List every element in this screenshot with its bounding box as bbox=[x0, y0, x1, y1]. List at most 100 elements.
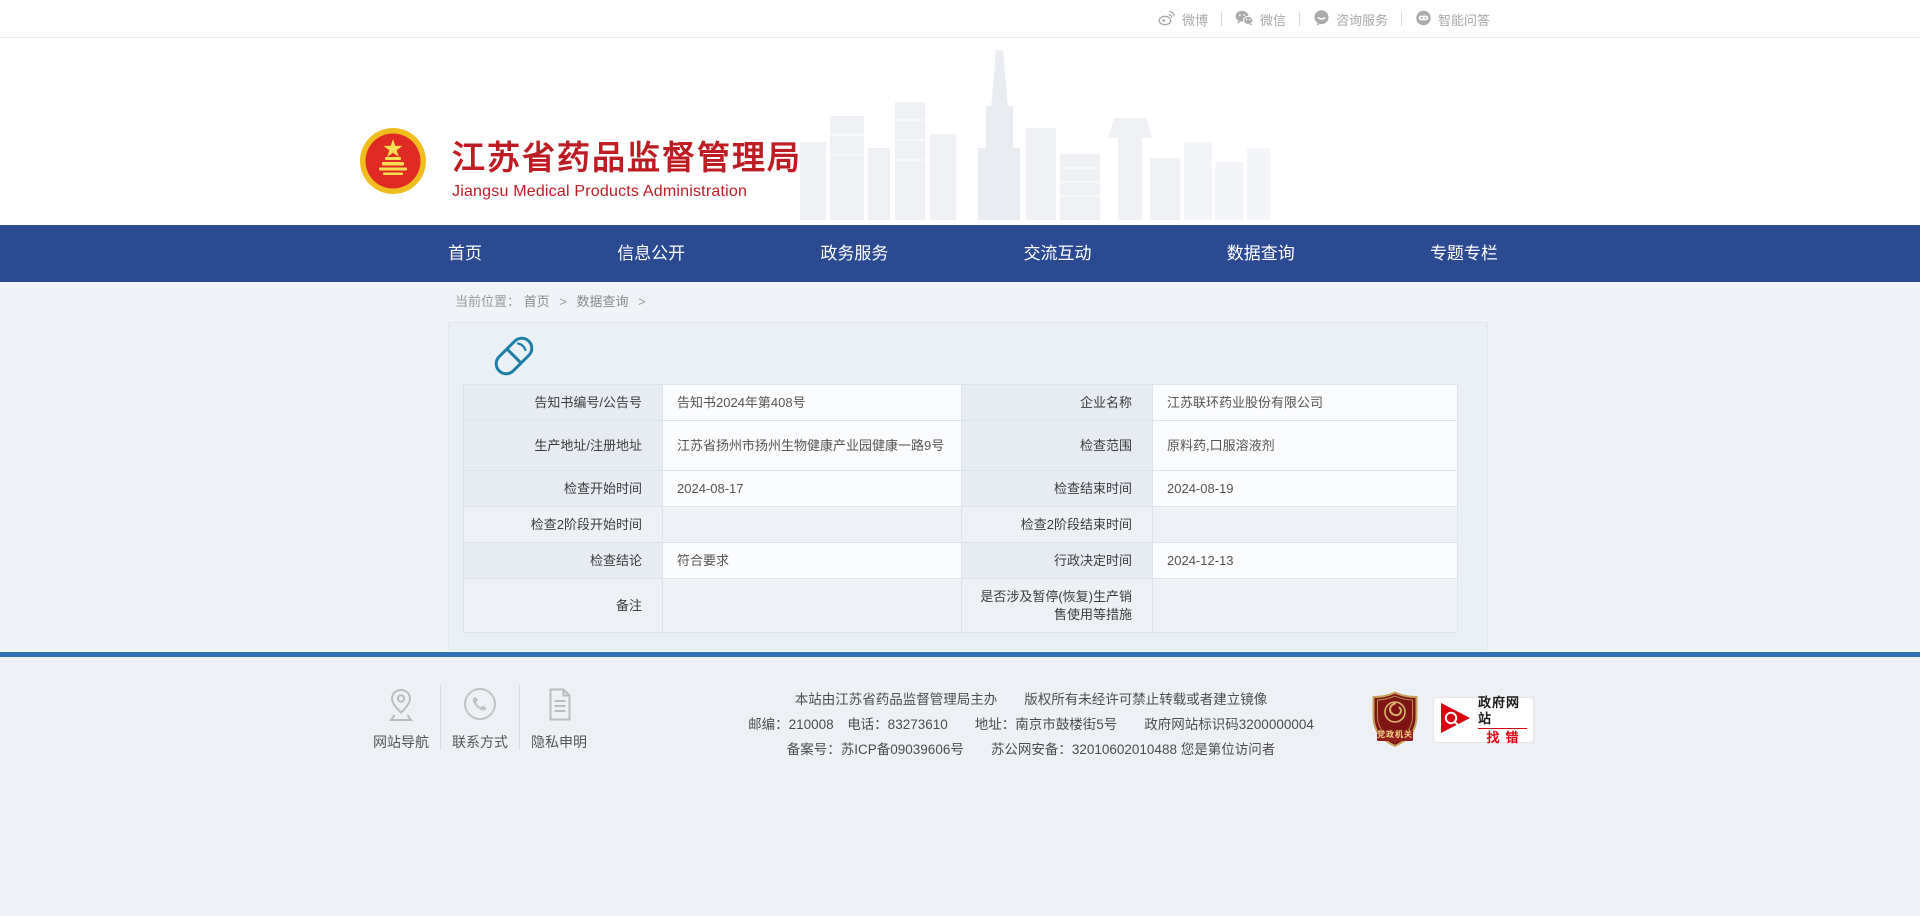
privacy-label: 隐私申明 bbox=[531, 732, 587, 752]
conclusion-value: 符合要求 bbox=[663, 543, 962, 579]
suspension-measures-label: 是否涉及暂停(恢复)生产销售使用等措施 bbox=[962, 579, 1153, 633]
table-row: 生产地址/注册地址 江苏省扬州市扬州生物健康产业园健康一路9号 检查范围 原料药… bbox=[464, 421, 1458, 471]
consult-service-label: 咨询服务 bbox=[1336, 10, 1388, 29]
footer-info-text: 本站由江苏省药品监督管理局主办 版权所有未经许可禁止转载或者建立镜像 邮编：21… bbox=[728, 687, 1334, 762]
site-map-label: 网站导航 bbox=[373, 732, 429, 752]
footer-quick-links: 网站导航 联系方式 bbox=[362, 683, 598, 752]
error-report-badge-text: 政府网站 找错 bbox=[1478, 695, 1527, 746]
site-header: 江苏省药品监督管理局 Jiangsu Medical Products Admi… bbox=[0, 39, 1920, 225]
footer-badges: 党政机关 政府网站 找错 bbox=[1370, 691, 1534, 749]
inspection-scope-value: 原料药,口服溶液剂 bbox=[1153, 421, 1458, 471]
footer: 网站导航 联系方式 bbox=[0, 657, 1920, 916]
breadcrumb-data-query-link[interactable]: 数据查询 bbox=[577, 294, 629, 309]
table-row: 检查2阶段开始时间 检查2阶段结束时间 bbox=[464, 507, 1458, 543]
breadcrumb-separator: > bbox=[559, 294, 567, 309]
table-row: 检查结论 符合要求 行政决定时间 2024-12-13 bbox=[464, 543, 1458, 579]
footer-address: 地址：南京市鼓楼街5号 bbox=[975, 717, 1118, 732]
inspection-record-card: 告知书编号/公告号 告知书2024年第408号 企业名称 江苏联环药业股份有限公… bbox=[448, 322, 1488, 650]
footer-host-text: 本站由江苏省药品监督管理局主办 bbox=[795, 692, 998, 707]
pill-icon bbox=[491, 333, 539, 381]
gov-site-error-report-badge[interactable]: 政府网站 找错 bbox=[1433, 697, 1534, 743]
footer-phone: 电话：83273610 bbox=[847, 717, 948, 732]
suspension-measures-value bbox=[1153, 579, 1458, 633]
privacy-link[interactable]: 隐私申明 bbox=[520, 683, 598, 752]
address-label: 生产地址/注册地址 bbox=[464, 421, 663, 471]
footer-postcode: 邮编：210008 bbox=[748, 717, 834, 732]
main-nav-items: 首页 信息公开 政务服务 交流互动 数据查询 专题专栏 bbox=[440, 225, 1506, 282]
table-row: 检查开始时间 2024-08-17 检查结束时间 2024-08-19 bbox=[464, 471, 1458, 507]
consult-service-link[interactable]: 咨询服务 bbox=[1300, 10, 1401, 29]
footer-security-number: 苏公网安备：32010602010488 您是第位访问者 bbox=[991, 742, 1275, 757]
page: 微博 微信 bbox=[0, 0, 1920, 916]
content-area: 当前位置： 首页 > 数据查询 > 告知书编号/公告号 bbox=[0, 282, 1920, 652]
phone-icon bbox=[461, 683, 499, 723]
nav-item-interaction[interactable]: 交流互动 bbox=[1016, 225, 1100, 282]
site-map-link[interactable]: 网站导航 bbox=[362, 683, 440, 752]
main-nav: 首页 信息公开 政务服务 交流互动 数据查询 专题专栏 bbox=[0, 225, 1920, 282]
footer-line-3: 备案号：苏ICP备09039606号 苏公网安备：32010602010488 … bbox=[728, 737, 1334, 762]
weibo-icon bbox=[1158, 10, 1176, 29]
national-emblem-logo bbox=[359, 127, 427, 195]
conclusion-label: 检查结论 bbox=[464, 543, 663, 579]
nav-item-special-topics[interactable]: 专题专栏 bbox=[1422, 225, 1506, 282]
notice-number-value: 告知书2024年第408号 bbox=[663, 385, 962, 421]
inspection-record-table: 告知书编号/公告号 告知书2024年第408号 企业名称 江苏联环药业股份有限公… bbox=[463, 384, 1458, 633]
contact-label: 联系方式 bbox=[452, 732, 508, 752]
footer-line-1: 本站由江苏省药品监督管理局主办 版权所有未经许可禁止转载或者建立镜像 bbox=[728, 687, 1334, 712]
breadcrumb-home-link[interactable]: 首页 bbox=[524, 294, 550, 309]
footer-copyright-text: 版权所有未经许可禁止转载或者建立镜像 bbox=[1024, 692, 1267, 707]
decision-date-label: 行政决定时间 bbox=[962, 543, 1153, 579]
consult-icon bbox=[1313, 10, 1330, 29]
inspection-scope-label: 检查范围 bbox=[962, 421, 1153, 471]
inspection-end-value: 2024-08-19 bbox=[1153, 471, 1458, 507]
gov-site-badge-bottom-label: 找错 bbox=[1478, 728, 1527, 746]
address-value: 江苏省扬州市扬州生物健康产业园健康一路9号 bbox=[663, 421, 962, 471]
smart-qa-link[interactable]: 智能问答 bbox=[1402, 10, 1503, 29]
qa-robot-icon bbox=[1415, 10, 1432, 29]
wechat-icon bbox=[1235, 10, 1254, 29]
company-name-value: 江苏联环药业股份有限公司 bbox=[1153, 385, 1458, 421]
wechat-link[interactable]: 微信 bbox=[1222, 10, 1299, 29]
footer-site-id: 政府网站标识码3200000004 bbox=[1144, 717, 1314, 732]
inspection-start-value: 2024-08-17 bbox=[663, 471, 962, 507]
contact-link[interactable]: 联系方式 bbox=[441, 683, 519, 752]
nav-item-home[interactable]: 首页 bbox=[440, 225, 490, 282]
remarks-value bbox=[663, 579, 962, 633]
phase2-end-value bbox=[1153, 507, 1458, 543]
party-gov-shield-badge[interactable]: 党政机关 bbox=[1370, 691, 1420, 749]
nav-item-info-disclosure[interactable]: 信息公开 bbox=[609, 225, 693, 282]
breadcrumb-prefix: 当前位置： bbox=[455, 294, 520, 309]
top-utility-links: 微博 微信 bbox=[1145, 0, 1503, 38]
weibo-label: 微博 bbox=[1182, 10, 1208, 29]
site-title-english: Jiangsu Medical Products Administration bbox=[452, 183, 802, 201]
remarks-label: 备注 bbox=[464, 579, 663, 633]
inspection-end-label: 检查结束时间 bbox=[962, 471, 1153, 507]
nav-item-gov-services[interactable]: 政务服务 bbox=[812, 225, 896, 282]
phase2-end-label: 检查2阶段结束时间 bbox=[962, 507, 1153, 543]
site-title-block[interactable]: 江苏省药品监督管理局 Jiangsu Medical Products Admi… bbox=[452, 140, 802, 201]
party-gov-badge-label: 党政机关 bbox=[1370, 729, 1420, 740]
table-row: 告知书编号/公告号 告知书2024年第408号 企业名称 江苏联环药业股份有限公… bbox=[464, 385, 1458, 421]
breadcrumb: 当前位置： 首页 > 数据查询 > bbox=[455, 291, 652, 310]
decision-date-value: 2024-12-13 bbox=[1153, 543, 1458, 579]
phase2-start-value bbox=[663, 507, 962, 543]
breadcrumb-separator: > bbox=[638, 294, 646, 309]
privacy-doc-icon bbox=[544, 683, 575, 723]
inspection-start-label: 检查开始时间 bbox=[464, 471, 663, 507]
company-name-label: 企业名称 bbox=[962, 385, 1153, 421]
footer-line-2: 邮编：210008 电话：83273610 地址：南京市鼓楼街5号 政府网站标识… bbox=[728, 712, 1334, 737]
table-row: 备注 是否涉及暂停(恢复)生产销售使用等措施 bbox=[464, 579, 1458, 633]
wechat-label: 微信 bbox=[1260, 10, 1286, 29]
city-skyline-decoration bbox=[800, 50, 1270, 225]
phase2-start-label: 检查2阶段开始时间 bbox=[464, 507, 663, 543]
nav-item-data-query[interactable]: 数据查询 bbox=[1219, 225, 1303, 282]
top-utility-bar: 微博 微信 bbox=[0, 0, 1920, 38]
map-pin-icon bbox=[384, 683, 418, 723]
weibo-link[interactable]: 微博 bbox=[1145, 10, 1221, 29]
smart-qa-label: 智能问答 bbox=[1438, 10, 1490, 29]
notice-number-label: 告知书编号/公告号 bbox=[464, 385, 663, 421]
site-title-chinese: 江苏省药品监督管理局 bbox=[452, 140, 802, 176]
gov-site-badge-top-label: 政府网站 bbox=[1478, 695, 1527, 727]
footer-icp-number: 备案号：苏ICP备09039606号 bbox=[787, 742, 964, 757]
error-report-magnifier-icon bbox=[1438, 700, 1474, 741]
